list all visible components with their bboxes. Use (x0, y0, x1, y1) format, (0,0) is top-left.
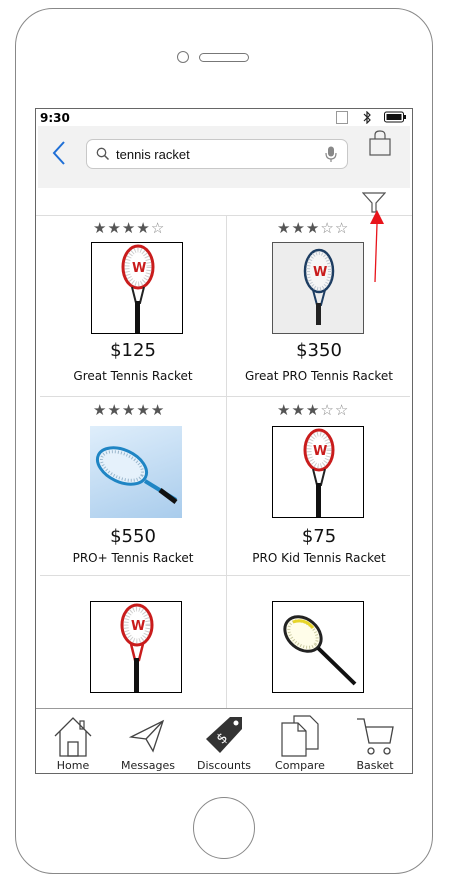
price-tag-icon: $ (206, 717, 242, 753)
star-filled-icon: ★ (107, 401, 122, 419)
status-time: 9:30 (40, 111, 70, 125)
product-name: PRO Kid Tennis Racket (252, 551, 386, 565)
bluetooth-icon (363, 111, 371, 124)
app-screen: 9:30 tennis racket ★★★★☆ W $125 Great Te… (35, 108, 413, 774)
product-card[interactable]: W (40, 575, 226, 708)
home-icon (54, 717, 92, 757)
star-empty-icon: ☆ (334, 219, 350, 237)
product-card[interactable]: ★★★★★ $550 PRO+ Tennis Racket (40, 396, 226, 575)
tab-compare[interactable]: Compare (263, 709, 337, 773)
star-filled-icon: ★ (93, 219, 108, 237)
tab-discounts[interactable]: $ Discounts (187, 709, 261, 773)
filter-bar (36, 188, 412, 216)
search-query-text: tennis racket (116, 147, 190, 162)
product-price: $350 (296, 340, 342, 361)
product-image (90, 426, 182, 518)
svg-text:W: W (313, 444, 327, 459)
star-filled-icon: ★ (136, 401, 151, 419)
battery-icon (384, 111, 406, 123)
tennis-racket-image (95, 446, 178, 504)
product-name: PRO+ Tennis Racket (72, 551, 194, 565)
tab-label: Discounts (196, 759, 252, 772)
earpiece-speaker (199, 53, 249, 62)
star-filled-icon: ★ (277, 219, 292, 237)
star-filled-icon: ★ (291, 401, 306, 419)
product-price: $550 (110, 526, 156, 547)
product-card[interactable] (226, 575, 412, 708)
product-image: W (272, 242, 364, 334)
svg-text:W: W (313, 265, 327, 280)
back-arrow-icon[interactable] (48, 138, 72, 168)
product-card[interactable]: ★★★☆☆ W $75 PRO Kid Tennis Racket (226, 396, 412, 575)
svg-text:W: W (131, 619, 145, 634)
product-name: Great PRO Tennis Racket (245, 369, 393, 383)
bottom-tab-bar: Home Messages $ Discounts Compare Basket (36, 708, 412, 773)
star-filled-icon: ★ (121, 401, 137, 419)
documents-icon (281, 715, 319, 757)
product-image: W (272, 426, 364, 518)
tennis-racket-image: W (120, 603, 154, 692)
star-filled-icon: ★ (136, 219, 151, 237)
tab-label: Home (56, 759, 90, 772)
tennis-racket-image: W (121, 244, 155, 333)
tennis-racket-image: W (303, 248, 335, 325)
tab-messages[interactable]: Messages (111, 709, 185, 773)
rating-stars: ★★★☆☆ (277, 221, 349, 236)
cart-icon (357, 718, 394, 755)
product-image: W (90, 601, 182, 693)
shopping-bag-icon[interactable] (368, 129, 392, 157)
star-empty-icon: ☆ (334, 401, 350, 419)
tab-label: Compare (275, 759, 325, 772)
product-image: W (91, 242, 183, 334)
star-empty-icon: ☆ (150, 219, 166, 237)
hardware-home-button[interactable] (193, 797, 255, 859)
sim-icon (336, 111, 348, 124)
tennis-racket-image (283, 615, 357, 686)
product-price: $125 (110, 340, 156, 361)
tennis-racket-image: W (303, 428, 335, 517)
star-filled-icon: ★ (121, 219, 137, 237)
product-price: $75 (301, 526, 337, 547)
svg-text:W: W (132, 261, 146, 276)
star-filled-icon: ★ (277, 401, 292, 419)
rating-stars: ★★★☆☆ (277, 403, 349, 418)
search-input[interactable]: tennis racket (86, 139, 348, 169)
star-filled-icon: ★ (305, 219, 321, 237)
search-icon (96, 147, 110, 161)
product-image (272, 601, 364, 693)
star-empty-icon: ☆ (320, 219, 335, 237)
paper-plane-icon (128, 719, 165, 753)
star-filled-icon: ★ (107, 219, 122, 237)
microphone-icon[interactable] (325, 146, 337, 163)
rating-stars: ★★★★☆ (93, 221, 165, 236)
product-name: Great Tennis Racket (73, 369, 193, 383)
tab-basket[interactable]: Basket (338, 709, 412, 773)
tab-home[interactable]: Home (36, 709, 110, 773)
product-card[interactable]: ★★★★☆ W $125 Great Tennis Racket (40, 215, 226, 396)
star-filled-icon: ★ (291, 219, 306, 237)
tab-label: Basket (356, 759, 394, 772)
product-card[interactable]: ★★★☆☆ W $350 Great PRO Tennis Racket (226, 215, 412, 396)
star-filled-icon: ★ (150, 401, 166, 419)
front-camera (177, 51, 189, 63)
rating-stars: ★★★★★ (93, 403, 165, 418)
status-bar: 9:30 (36, 109, 412, 127)
star-empty-icon: ☆ (320, 401, 335, 419)
tab-label: Messages (121, 759, 175, 772)
filter-funnel-icon[interactable] (362, 192, 386, 214)
star-filled-icon: ★ (305, 401, 321, 419)
star-filled-icon: ★ (93, 401, 108, 419)
app-header: tennis racket (38, 126, 410, 188)
